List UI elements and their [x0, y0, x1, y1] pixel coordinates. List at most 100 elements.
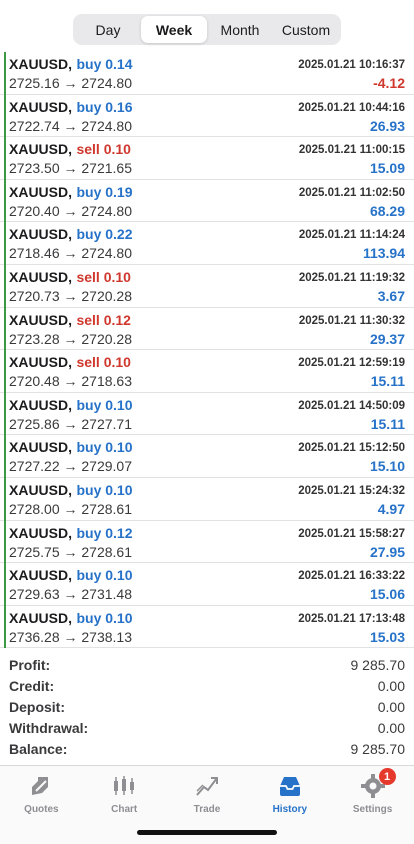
trade-symbol: XAUUSD,	[9, 141, 73, 158]
trade-title: XAUUSD, sell 0.10	[9, 354, 131, 372]
trade-prices: 2718.46 → 2724.80	[9, 245, 132, 262]
trade-row-header: XAUUSD, sell 0.10 2025.01.21 12:59:19	[9, 354, 405, 372]
period-segmented-control: Day Week Month Custom	[73, 14, 341, 45]
trade-icon	[193, 772, 221, 800]
trade-symbol: XAUUSD,	[9, 567, 73, 584]
trade-row[interactable]: XAUUSD, buy 0.19 2025.01.21 11:02:50 272…	[0, 179, 414, 223]
trade-profit: 26.93	[369, 117, 405, 134]
trade-profit: 15.03	[369, 628, 405, 645]
summary-label: Credit:	[9, 677, 55, 694]
trade-profit: 68.29	[369, 202, 405, 219]
trade-profit: 15.11	[370, 373, 405, 390]
trade-row[interactable]: XAUUSD, buy 0.10 2025.01.21 16:33:22 272…	[0, 563, 414, 606]
summary-row: Balance: 9 285.70	[9, 738, 405, 759]
tab-quotes[interactable]: Quotes	[0, 766, 83, 844]
trade-profit: 15.09	[369, 160, 405, 177]
summary-value: 9 285.70	[350, 656, 406, 673]
history-icon	[276, 772, 304, 800]
trade-prices: 2736.28 → 2738.13	[9, 628, 132, 645]
trade-row[interactable]: XAUUSD, buy 0.12 2025.01.21 15:58:27 272…	[0, 520, 414, 564]
trade-row-detail: 2720.48 → 2718.63 15.11	[9, 372, 405, 390]
trade-row[interactable]: XAUUSD, buy 0.14 2025.01.21 10:16:37 272…	[0, 52, 414, 95]
trade-row-header: XAUUSD, buy 0.10 2025.01.21 15:24:32	[9, 482, 405, 500]
trade-profit: 4.97	[377, 500, 405, 517]
trade-prices: 2729.63 → 2731.48	[9, 586, 132, 603]
trade-side-volume: sell 0.10	[76, 268, 131, 285]
trade-symbol: XAUUSD,	[9, 524, 73, 541]
period-custom-button[interactable]: Custom	[273, 16, 339, 43]
trade-side-volume: buy 0.10	[76, 439, 133, 456]
trade-row-detail: 2720.40 → 2724.80 68.29	[9, 202, 405, 220]
trade-row[interactable]: XAUUSD, buy 0.10 2025.01.21 15:12:50 272…	[0, 435, 414, 478]
trade-side-volume: buy 0.10	[76, 609, 133, 626]
trade-row[interactable]: XAUUSD, buy 0.22 2025.01.21 11:14:24 271…	[0, 222, 414, 265]
trade-row-header: XAUUSD, buy 0.16 2025.01.21 10:44:16	[9, 99, 405, 117]
trade-row[interactable]: XAUUSD, buy 0.10 2025.01.21 14:50:09 272…	[0, 392, 414, 436]
trade-close-time: 2025.01.21 14:50:09	[298, 399, 405, 412]
trade-close-time: 2025.01.21 17:13:48	[298, 612, 405, 625]
summary-row: Profit: 9 285.70	[9, 654, 405, 675]
summary-value: 0.00	[377, 677, 405, 694]
trade-symbol: XAUUSD,	[9, 56, 73, 72]
tab-settings[interactable]: 1 Settings	[331, 766, 414, 844]
trade-symbol: XAUUSD,	[9, 439, 73, 456]
tab-quotes-label: Quotes	[24, 804, 59, 815]
trade-title: XAUUSD, buy 0.16	[9, 99, 133, 117]
trade-side-volume: sell 0.12	[76, 311, 131, 328]
trade-title: XAUUSD, buy 0.10	[9, 610, 133, 628]
trade-row-detail: 2722.74 → 2724.80 26.93	[9, 117, 405, 135]
trade-symbol: XAUUSD,	[9, 396, 73, 413]
trade-title: XAUUSD, buy 0.14	[9, 56, 133, 74]
trade-row-header: XAUUSD, buy 0.10 2025.01.21 15:12:50	[9, 439, 405, 457]
trade-row[interactable]: XAUUSD, buy 0.16 2025.01.21 10:44:16 272…	[0, 94, 414, 138]
trade-side-volume: buy 0.19	[76, 183, 133, 200]
trade-row[interactable]: XAUUSD, sell 0.10 2025.01.21 11:19:32 27…	[0, 264, 414, 308]
trade-row-header: XAUUSD, buy 0.14 2025.01.21 10:16:37	[9, 56, 405, 74]
trade-row-detail: 2723.50 → 2721.65 15.09	[9, 159, 405, 177]
trade-profit: 27.95	[369, 543, 405, 560]
trade-row[interactable]: XAUUSD, sell 0.10 2025.01.21 12:59:19 27…	[0, 350, 414, 393]
trade-side-volume: buy 0.10	[76, 396, 133, 413]
trade-prices: 2725.75 → 2728.61	[9, 543, 132, 560]
trade-row[interactable]: XAUUSD, buy 0.10 2025.01.21 15:24:32 272…	[0, 477, 414, 521]
summary-value: 0.00	[377, 719, 405, 736]
summary-value: 9 285.70	[350, 740, 406, 757]
trade-row[interactable]: XAUUSD, sell 0.12 2025.01.21 11:30:32 27…	[0, 307, 414, 351]
trade-row[interactable]: XAUUSD, buy 0.10 2025.01.21 17:13:48 273…	[0, 605, 414, 649]
trade-row-header: XAUUSD, buy 0.12 2025.01.21 15:58:27	[9, 525, 405, 543]
trade-prices: 2723.28 → 2720.28	[9, 330, 132, 347]
trade-row-detail: 2729.63 → 2731.48 15.06	[9, 585, 405, 603]
trade-row-detail: 2725.86 → 2727.71 15.11	[9, 415, 405, 433]
summary-value: 0.00	[377, 698, 405, 715]
trade-title: XAUUSD, buy 0.19	[9, 184, 133, 202]
summary-row: Credit: 0.00	[9, 675, 405, 696]
trade-close-time: 2025.01.21 11:00:15	[298, 144, 405, 157]
trade-row-detail: 2736.28 → 2738.13 15.03	[9, 628, 405, 646]
period-week-button[interactable]: Week	[141, 16, 207, 43]
tab-history-label: History	[272, 804, 308, 815]
period-month-button[interactable]: Month	[207, 16, 273, 43]
trade-row-header: XAUUSD, buy 0.22 2025.01.21 11:14:24	[9, 226, 405, 244]
tab-trade-label: Trade	[193, 804, 221, 815]
trade-row-detail: 2727.22 → 2729.07 15.10	[9, 457, 405, 475]
trade-row-detail: 2725.16 → 2724.80 -4.12	[9, 74, 405, 92]
period-selector-bar: Day Week Month Custom	[0, 0, 414, 52]
trade-row-header: XAUUSD, buy 0.10 2025.01.21 16:33:22	[9, 567, 405, 585]
trade-row-detail: 2728.00 → 2728.61 4.97	[9, 500, 405, 518]
trade-prices: 2728.00 → 2728.61	[9, 500, 132, 517]
trade-symbol: XAUUSD,	[9, 98, 73, 115]
trade-close-time: 2025.01.21 11:14:24	[298, 229, 405, 242]
trade-symbol: XAUUSD,	[9, 311, 73, 328]
period-day-button[interactable]: Day	[75, 16, 141, 43]
trade-side-volume: buy 0.10	[76, 567, 133, 584]
settings-notification-badge: 1	[378, 768, 396, 785]
summary-row: Withdrawal: 0.00	[9, 717, 405, 738]
trade-profit: -4.12	[373, 75, 405, 91]
trade-prices: 2725.86 → 2727.71	[9, 415, 132, 432]
summary-label: Balance:	[9, 740, 68, 757]
trade-row-detail: 2723.28 → 2720.28 29.37	[9, 330, 405, 348]
trade-row-detail: 2720.73 → 2720.28 3.67	[9, 287, 405, 305]
trade-close-time: 2025.01.21 11:02:50	[298, 186, 405, 199]
trade-row[interactable]: XAUUSD, sell 0.10 2025.01.21 11:00:15 27…	[0, 137, 414, 180]
trade-row-header: XAUUSD, sell 0.10 2025.01.21 11:19:32	[9, 269, 405, 287]
